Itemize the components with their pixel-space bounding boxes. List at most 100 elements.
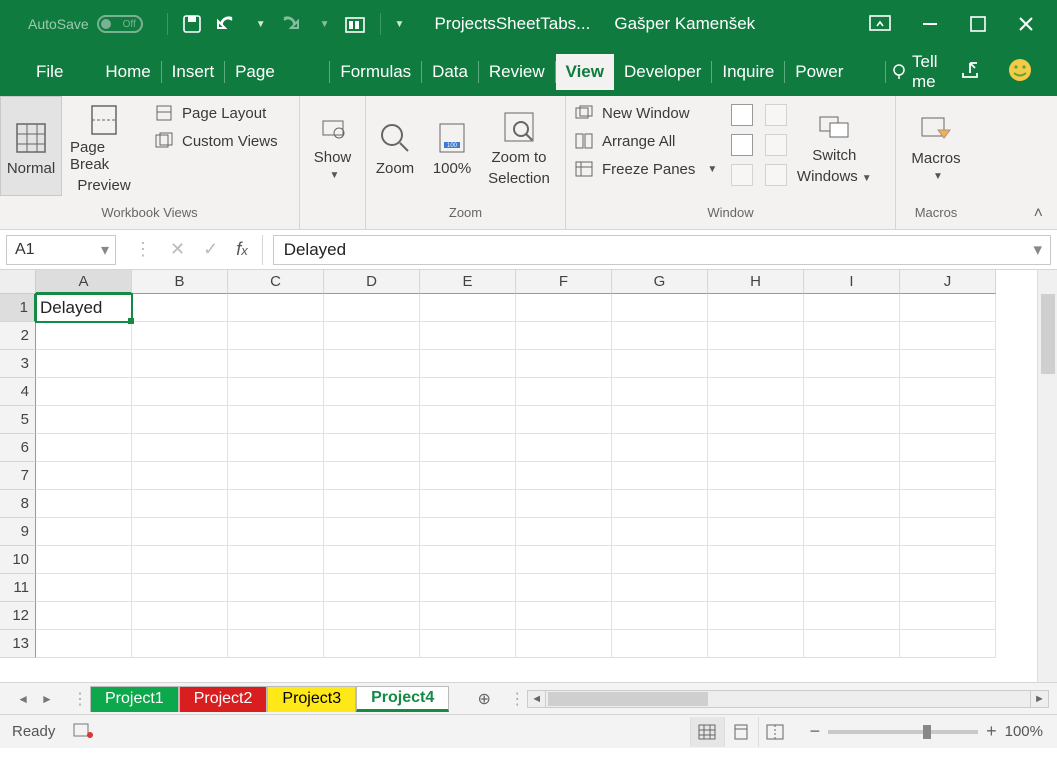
cell-F13[interactable] xyxy=(516,630,612,658)
cell-J10[interactable] xyxy=(900,546,996,574)
cell-I5[interactable] xyxy=(804,406,900,434)
save-icon[interactable] xyxy=(182,14,202,34)
cell-C5[interactable] xyxy=(228,406,324,434)
col-header-F[interactable]: F xyxy=(516,270,612,294)
row-header-9[interactable]: 9 xyxy=(0,518,36,546)
cell-G7[interactable] xyxy=(612,462,708,490)
cell-A9[interactable] xyxy=(36,518,132,546)
cell-F10[interactable] xyxy=(516,546,612,574)
zoom-slider[interactable] xyxy=(828,730,978,734)
cell-E7[interactable] xyxy=(420,462,516,490)
cell-A2[interactable] xyxy=(36,322,132,350)
cell-B9[interactable] xyxy=(132,518,228,546)
cell-J13[interactable] xyxy=(900,630,996,658)
macros-button[interactable]: Macros ▼ xyxy=(903,96,968,196)
cell-J6[interactable] xyxy=(900,434,996,462)
tab-review[interactable]: Review xyxy=(479,54,555,90)
cell-J1[interactable] xyxy=(900,294,996,322)
cell-I1[interactable] xyxy=(804,294,900,322)
row-header-2[interactable]: 2 xyxy=(0,322,36,350)
cell-I6[interactable] xyxy=(804,434,900,462)
cell-H4[interactable] xyxy=(708,378,804,406)
cell-F11[interactable] xyxy=(516,574,612,602)
new-window-button[interactable]: New Window xyxy=(574,104,717,122)
select-all-corner[interactable] xyxy=(0,270,36,294)
sheet-tab-project3[interactable]: Project3 xyxy=(267,686,356,712)
cell-E11[interactable] xyxy=(420,574,516,602)
normal-view-status-button[interactable] xyxy=(690,717,724,747)
cell-H10[interactable] xyxy=(708,546,804,574)
col-header-D[interactable]: D xyxy=(324,270,420,294)
col-header-A[interactable]: A xyxy=(36,270,132,294)
cell-I13[interactable] xyxy=(804,630,900,658)
expand-formula-icon[interactable]: ▾ xyxy=(1033,240,1042,260)
name-box[interactable]: A1 ▾ xyxy=(6,235,116,265)
addin-icon[interactable] xyxy=(344,14,366,34)
qat-customize-icon[interactable]: ▼ xyxy=(395,19,405,30)
cell-J2[interactable] xyxy=(900,322,996,350)
cell-D9[interactable] xyxy=(324,518,420,546)
cell-F9[interactable] xyxy=(516,518,612,546)
cell-A5[interactable] xyxy=(36,406,132,434)
cell-A1[interactable]: Delayed xyxy=(36,294,132,322)
cell-F5[interactable] xyxy=(516,406,612,434)
cell-B10[interactable] xyxy=(132,546,228,574)
sheet-tab-project2[interactable]: Project2 xyxy=(179,686,268,712)
zoom-100-button[interactable]: 100 100% xyxy=(424,96,480,196)
redo-icon[interactable] xyxy=(280,14,306,34)
cell-H5[interactable] xyxy=(708,406,804,434)
cell-B3[interactable] xyxy=(132,350,228,378)
split-button[interactable] xyxy=(731,104,753,126)
cell-A6[interactable] xyxy=(36,434,132,462)
arrange-all-button[interactable]: Arrange All xyxy=(574,132,717,150)
cell-B11[interactable] xyxy=(132,574,228,602)
cell-C10[interactable] xyxy=(228,546,324,574)
cell-A13[interactable] xyxy=(36,630,132,658)
cell-C1[interactable] xyxy=(228,294,324,322)
cell-J9[interactable] xyxy=(900,518,996,546)
tell-me[interactable]: Tell me xyxy=(890,52,959,92)
col-header-C[interactable]: C xyxy=(228,270,324,294)
cell-D7[interactable] xyxy=(324,462,420,490)
cell-J11[interactable] xyxy=(900,574,996,602)
cell-E3[interactable] xyxy=(420,350,516,378)
view-side-by-side-button[interactable] xyxy=(765,104,787,126)
cell-G3[interactable] xyxy=(612,350,708,378)
autosave-toggle[interactable]: AutoSave Off xyxy=(28,15,143,33)
undo-icon[interactable] xyxy=(216,14,242,34)
row-header-12[interactable]: 12 xyxy=(0,602,36,630)
show-button[interactable]: Show ▼ xyxy=(306,96,360,196)
cell-I2[interactable] xyxy=(804,322,900,350)
cell-D1[interactable] xyxy=(324,294,420,322)
col-header-E[interactable]: E xyxy=(420,270,516,294)
vertical-scrollbar[interactable] xyxy=(1037,270,1057,682)
cell-E12[interactable] xyxy=(420,602,516,630)
cell-F1[interactable] xyxy=(516,294,612,322)
cell-C3[interactable] xyxy=(228,350,324,378)
tab-developer[interactable]: Developer xyxy=(614,54,712,90)
cell-C8[interactable] xyxy=(228,490,324,518)
cell-E10[interactable] xyxy=(420,546,516,574)
cell-G10[interactable] xyxy=(612,546,708,574)
cell-F8[interactable] xyxy=(516,490,612,518)
tab-view[interactable]: View xyxy=(556,54,614,90)
cell-F3[interactable] xyxy=(516,350,612,378)
chevron-down-icon[interactable]: ▾ xyxy=(101,240,109,260)
cell-E1[interactable] xyxy=(420,294,516,322)
cell-E4[interactable] xyxy=(420,378,516,406)
cell-J5[interactable] xyxy=(900,406,996,434)
cell-G11[interactable] xyxy=(612,574,708,602)
zoom-to-selection-button[interactable]: Zoom to Selection xyxy=(480,96,558,196)
cell-B8[interactable] xyxy=(132,490,228,518)
zoom-button[interactable]: Zoom xyxy=(366,96,424,196)
new-sheet-button[interactable]: ⊕ xyxy=(469,689,499,709)
sheet-tab-project1[interactable]: Project1 xyxy=(90,686,179,712)
cell-E2[interactable] xyxy=(420,322,516,350)
cell-H2[interactable] xyxy=(708,322,804,350)
cell-C12[interactable] xyxy=(228,602,324,630)
page-break-status-button[interactable] xyxy=(758,717,792,747)
cell-I4[interactable] xyxy=(804,378,900,406)
cell-H3[interactable] xyxy=(708,350,804,378)
cell-A11[interactable] xyxy=(36,574,132,602)
tab-inquire[interactable]: Inquire xyxy=(712,54,784,90)
